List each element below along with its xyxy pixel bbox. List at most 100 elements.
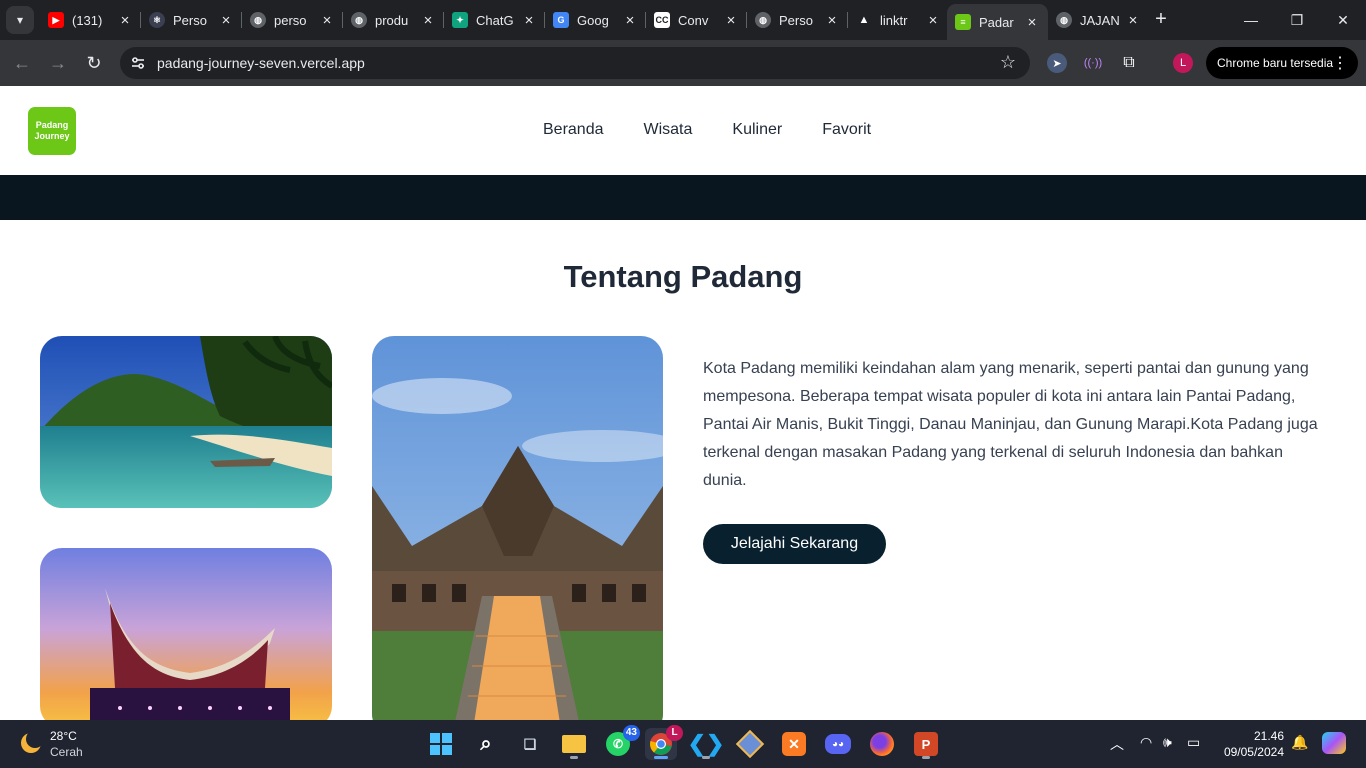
tab-title: produ — [375, 12, 409, 28]
tab-title: Padar — [979, 14, 1014, 30]
cc-icon: CC — [654, 12, 670, 28]
reload-button[interactable]: ↻ — [81, 50, 107, 76]
bookmark-star-icon[interactable]: ☆ — [1000, 52, 1016, 73]
show-hidden-icons-chevron-icon[interactable]: ︿ — [1110, 734, 1124, 754]
close-icon[interactable]: × — [622, 12, 638, 29]
close-icon[interactable]: × — [218, 12, 234, 29]
close-icon[interactable]: × — [521, 12, 537, 29]
react-icon: ⚛ — [149, 12, 165, 28]
close-icon[interactable]: × — [319, 12, 335, 29]
close-icon[interactable]: × — [420, 12, 436, 29]
wifi-icon[interactable]: ◠ — [1140, 734, 1152, 751]
profile-avatar[interactable]: L — [1173, 53, 1193, 73]
browser-tab[interactable]: ◍ produ × — [343, 4, 444, 36]
tab-search-button[interactable]: ▾ — [6, 6, 34, 34]
weather-temperature[interactable]: 28°C — [50, 729, 77, 743]
globe-icon: ◍ — [1056, 12, 1072, 28]
browser-tab[interactable]: CC Conv × — [646, 4, 747, 36]
folder-icon — [562, 735, 586, 753]
copilot-icon[interactable] — [1322, 732, 1346, 754]
running-indicator — [922, 756, 930, 759]
vscode-app[interactable]: ❮❯ — [688, 728, 724, 760]
tab-title: (131) — [72, 12, 103, 28]
chrome-update-button[interactable]: Chrome baru tersedia ⋮ — [1206, 47, 1358, 79]
tab-title: JAJAN — [1080, 12, 1120, 28]
windows-taskbar: 28°C Cerah ⌕ ❏ ✆ 43 L ❮❯ ✕ ◕◕ P ︿ ◠ 🕪 ▭ … — [0, 720, 1366, 768]
close-window-button[interactable]: ✕ — [1320, 6, 1366, 34]
nav-link-favorit[interactable]: Favorit — [822, 121, 871, 139]
nav-link-kuliner[interactable]: Kuliner — [732, 121, 782, 139]
browser-tab[interactable]: ⚛ Perso × — [141, 4, 242, 36]
site-settings-icon[interactable] — [130, 55, 146, 71]
update-label: Chrome baru tersedia — [1217, 56, 1334, 70]
firefox-icon — [870, 732, 894, 756]
chevron-down-icon: ▾ — [16, 13, 24, 27]
browser-tab[interactable]: ◍ JAJAN × — [1048, 4, 1149, 36]
volume-icon[interactable]: 🕪 — [1163, 734, 1172, 751]
battery-icon[interactable]: ▭ — [1187, 734, 1200, 751]
clock-date[interactable]: 09/05/2024 — [1216, 745, 1284, 759]
nav-link-wisata[interactable]: Wisata — [644, 121, 693, 139]
close-icon[interactable]: × — [117, 12, 133, 29]
xampp-app[interactable]: ✕ — [778, 728, 810, 760]
forward-button[interactable]: → — [45, 50, 71, 76]
triangle-icon: ▲ — [858, 14, 870, 26]
back-button[interactable]: ← — [9, 50, 35, 76]
close-icon: ✕ — [1337, 12, 1349, 28]
arrow-left-icon: ← — [13, 53, 31, 73]
virtualbox-app[interactable] — [734, 728, 766, 760]
new-tab-button[interactable]: + — [1150, 8, 1172, 32]
search-icon: ⌕ — [480, 732, 492, 755]
browser-tab[interactable]: ▶ (131) × — [40, 4, 141, 36]
browser-tab[interactable]: ◍ perso × — [242, 4, 343, 36]
nav-link-beranda[interactable]: Beranda — [543, 121, 604, 139]
close-icon[interactable]: × — [824, 12, 840, 29]
profile-initial: L — [1179, 57, 1187, 69]
cursor-extension-icon[interactable]: ➤ — [1047, 53, 1067, 73]
weather-condition[interactable]: Cerah — [50, 745, 83, 759]
browser-toolbar: ← → ↻ padang-journey-seven.vercel.app ☆ … — [0, 40, 1366, 86]
restore-icon: ❐ — [1290, 12, 1304, 28]
extensions-puzzle-icon[interactable]: ⧉ — [1119, 53, 1139, 73]
explore-now-button[interactable]: Jelajahi Sekarang — [703, 524, 886, 564]
whatsapp-app[interactable]: ✆ 43 — [602, 725, 640, 760]
browser-tab[interactable]: G Goog × — [545, 4, 646, 36]
browser-tab-active[interactable]: ≡ Padar × — [947, 4, 1048, 40]
minimize-icon: — — [1244, 12, 1258, 28]
close-icon[interactable]: × — [925, 12, 941, 29]
clock-time[interactable]: 21.46 — [1222, 729, 1284, 743]
search-button[interactable]: ⌕ — [470, 728, 502, 760]
xampp-icon: ✕ — [782, 732, 806, 756]
browser-tab-strip: ▾ ▶ (131) × ⚛ Perso × ◍ perso × ◍ produ … — [0, 0, 1366, 40]
browser-tab[interactable]: ◍ Perso × — [747, 4, 848, 36]
browser-tab[interactable]: ✦ ChatG × — [444, 4, 545, 36]
moon-weather-icon[interactable] — [18, 730, 44, 756]
main-nav: Beranda Wisata Kuliner Favorit — [543, 121, 871, 139]
audio-extension-icon[interactable]: ((·)) — [1083, 53, 1103, 73]
address-bar[interactable]: padang-journey-seven.vercel.app ☆ — [120, 47, 1030, 79]
close-icon[interactable]: × — [723, 12, 739, 29]
restore-button[interactable]: ❐ — [1274, 6, 1320, 34]
site-logo[interactable]: Padang Journey — [28, 107, 76, 155]
minimize-button[interactable]: — — [1228, 6, 1274, 34]
close-icon[interactable]: × — [1125, 12, 1141, 29]
start-button[interactable] — [425, 728, 457, 760]
powerpoint-icon: P — [914, 732, 938, 756]
discord-app[interactable]: ◕◕ — [822, 728, 854, 760]
running-indicator — [702, 756, 710, 759]
tab-title: Goog — [577, 12, 609, 28]
notification-bell-icon[interactable]: 🔔 — [1291, 734, 1308, 751]
hero-banner-strip — [0, 175, 1366, 220]
close-icon[interactable]: × — [1024, 14, 1040, 31]
more-menu-icon[interactable]: ⋮ — [1332, 53, 1348, 73]
file-explorer-app[interactable] — [558, 728, 590, 760]
task-view-button[interactable]: ❏ — [514, 728, 546, 760]
tab-title: perso — [274, 12, 307, 28]
powerpoint-app[interactable]: P — [910, 728, 942, 760]
globe-icon: ◍ — [351, 12, 367, 28]
firefox-app[interactable] — [866, 728, 898, 760]
tab-title: Conv — [678, 12, 709, 28]
browser-tab[interactable]: ▲ linktr × — [848, 4, 949, 36]
url-text[interactable]: padang-journey-seven.vercel.app — [157, 55, 365, 71]
chrome-app[interactable]: L — [645, 725, 683, 760]
